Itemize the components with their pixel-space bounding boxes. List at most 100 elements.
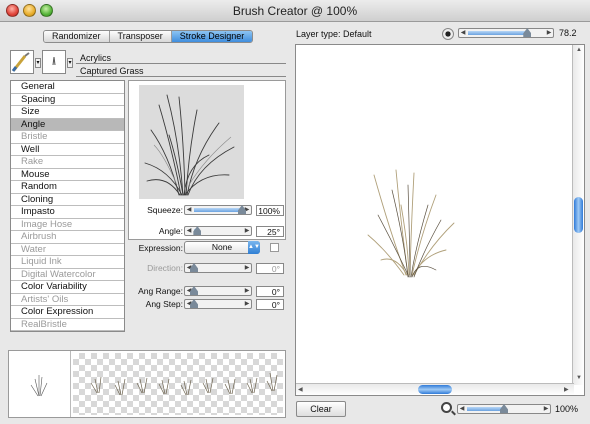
tab-randomizer[interactable]: Randomizer xyxy=(44,31,110,42)
section-item-color-expression[interactable]: Color Expression xyxy=(11,306,124,319)
grass-stroke-image xyxy=(367,169,455,278)
category-dropdown-arrow[interactable]: ▾ xyxy=(35,58,41,68)
ang-range-slider[interactable]: ◀ ▶ xyxy=(184,286,252,296)
brush-category-selector[interactable] xyxy=(10,50,34,74)
direction-slider[interactable]: ◀ ▶ xyxy=(184,263,252,273)
tab-transposer[interactable]: Transposer xyxy=(109,31,172,42)
magnifier-icon xyxy=(441,402,452,413)
squeeze-slider-fill xyxy=(194,208,242,212)
section-item-bristle: Bristle xyxy=(11,131,124,144)
invert-expression-checkbox[interactable] xyxy=(270,243,279,252)
layer-type-label: Layer type: Default xyxy=(296,29,372,39)
zoom-value: 100% xyxy=(555,404,579,414)
squeeze-slider[interactable]: ◀ ▶ xyxy=(184,205,252,215)
direction-value-field[interactable]: 0° xyxy=(256,263,284,274)
stroke-sample-image xyxy=(90,372,278,396)
section-item-impasto[interactable]: Impasto xyxy=(11,206,124,219)
zoom-slider-thumb[interactable] xyxy=(500,404,508,413)
angle-increment-arrow[interactable]: ▶ xyxy=(243,227,251,235)
zoom-slider-fill xyxy=(467,407,504,411)
stroke-designer-panel: ▾ ▾ Acrylics Captured Grass General Spaci… xyxy=(8,44,286,340)
brush-category-name: Acrylics xyxy=(76,52,286,64)
section-item-color-variability[interactable]: Color Variability xyxy=(11,281,124,294)
section-item-mouse[interactable]: Mouse xyxy=(11,169,124,181)
angle-slider[interactable]: ◀ ▶ xyxy=(184,226,252,236)
brush-variant-name: Captured Grass xyxy=(76,65,286,77)
section-list: General Spacing Size Angle Bristle Well Rake Mo… xyxy=(10,80,125,332)
scroll-left-arrow[interactable]: ◀ xyxy=(298,386,303,393)
horizontal-scroll-thumb[interactable] xyxy=(418,385,452,394)
stroke-preview-area xyxy=(73,353,283,415)
section-item-liquid-ink: Liquid Ink xyxy=(11,256,124,269)
section-item-cloning[interactable]: Cloning xyxy=(11,194,124,206)
opacity-increment-arrow[interactable]: ▶ xyxy=(545,29,553,37)
dab-preview xyxy=(139,85,244,199)
ang-step-label: Ang Step: xyxy=(145,299,183,309)
section-item-size[interactable]: Size xyxy=(11,106,124,119)
expression-dropdown-arrow-icon: ▲▼ xyxy=(248,241,260,254)
dab-thumbnail-image xyxy=(30,375,48,397)
horizontal-scrollbar[interactable]: ◀ ▶ xyxy=(296,383,574,395)
clear-button[interactable]: Clear xyxy=(296,401,346,417)
ang-range-label: Ang Range: xyxy=(138,286,183,296)
dab-thumbnail xyxy=(9,351,71,417)
section-item-artists-oils: Artists' Oils xyxy=(11,294,124,306)
variant-dropdown-arrow[interactable]: ▾ xyxy=(67,58,73,68)
scroll-down-arrow[interactable]: ▼ xyxy=(576,375,582,381)
title-bar: Brush Creator @ 100% xyxy=(0,0,590,22)
preview-canvas[interactable]: ▲ ▼ ◀ ▶ xyxy=(295,44,585,396)
brush-dot-icon xyxy=(442,28,454,40)
ang-step-value-field[interactable]: 0° xyxy=(256,299,284,310)
angle-decrement-arrow[interactable]: ◀ xyxy=(185,227,193,235)
brush-variant-icon xyxy=(44,52,64,72)
stroke-preview-strip xyxy=(8,350,286,418)
ang-step-increment-arrow[interactable]: ▶ xyxy=(243,300,251,308)
opacity-slider[interactable]: ◀ ▶ xyxy=(458,28,554,38)
opacity-slider-fill xyxy=(468,31,528,35)
window-title: Brush Creator @ 100% xyxy=(232,4,358,18)
section-item-spacing[interactable]: Spacing xyxy=(11,94,124,106)
tab-bar: Randomizer Transposer Stroke Designer xyxy=(43,30,254,43)
zoom-increment-arrow[interactable]: ▶ xyxy=(542,405,550,413)
section-item-image-hose: Image Hose xyxy=(11,219,124,231)
vertical-scroll-thumb[interactable] xyxy=(574,197,583,233)
section-item-realbristle: RealBristle xyxy=(11,319,124,331)
section-item-random[interactable]: Random xyxy=(11,181,124,194)
section-item-airbrush: Airbrush xyxy=(11,231,124,244)
direction-increment-arrow[interactable]: ▶ xyxy=(243,264,251,272)
expression-label: Expression: xyxy=(138,243,183,253)
scroll-up-arrow[interactable]: ▲ xyxy=(576,47,582,53)
brush-variant-selector[interactable] xyxy=(42,50,66,74)
section-item-angle[interactable]: Angle xyxy=(11,118,124,131)
scroll-right-arrow[interactable]: ▶ xyxy=(564,386,569,393)
section-item-rake: Rake xyxy=(11,156,124,169)
ang-range-value-field[interactable]: 0° xyxy=(256,286,284,297)
opacity-slider-thumb[interactable] xyxy=(523,28,532,37)
zoom-control: ◀ ▶ 100% xyxy=(441,402,590,416)
section-item-well[interactable]: Well xyxy=(11,144,124,156)
opacity-decrement-arrow[interactable]: ◀ xyxy=(459,29,467,37)
section-item-water: Water xyxy=(11,244,124,256)
section-item-digital-watercolor: Digital Watercolor xyxy=(11,269,124,281)
opacity-control: ◀ ▶ 78.2 xyxy=(442,27,590,41)
angle-label: Angle: xyxy=(158,226,183,236)
zoom-decrement-arrow[interactable]: ◀ xyxy=(458,405,466,413)
angle-value-field[interactable]: 25° xyxy=(256,226,284,237)
zoom-slider[interactable]: ◀ ▶ xyxy=(457,404,551,414)
direction-label: Direction: xyxy=(147,263,183,273)
angle-slider-thumb[interactable] xyxy=(193,226,202,235)
expression-selected-value: None xyxy=(211,242,233,252)
squeeze-value-field[interactable]: 100% xyxy=(256,205,284,216)
grass-dab-image xyxy=(144,94,235,196)
vertical-scrollbar[interactable]: ▲ ▼ xyxy=(572,45,584,385)
expression-dropdown[interactable]: None ▲▼ xyxy=(184,241,260,254)
squeeze-label: Squeeze: xyxy=(147,205,183,215)
section-item-general[interactable]: General xyxy=(11,81,124,94)
opacity-value: 78.2 xyxy=(559,28,577,38)
ang-range-increment-arrow[interactable]: ▶ xyxy=(243,287,251,295)
brush-category-icon xyxy=(11,52,32,72)
ang-step-slider[interactable]: ◀ ▶ xyxy=(184,299,252,309)
squeeze-decrement-arrow[interactable]: ◀ xyxy=(185,206,193,214)
stroke-preview-box xyxy=(128,80,286,240)
tab-stroke-designer[interactable]: Stroke Designer xyxy=(171,31,253,42)
